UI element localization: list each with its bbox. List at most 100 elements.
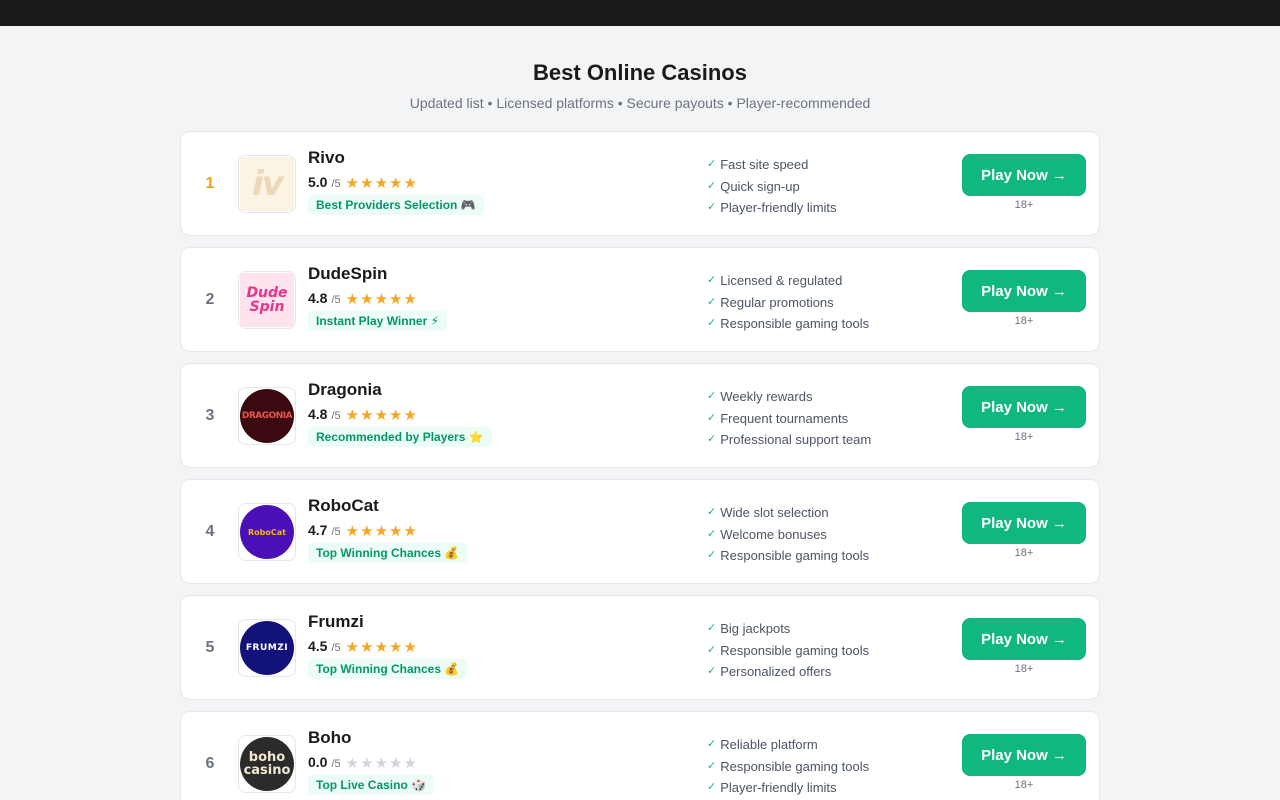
age-restriction: 18+: [1014, 547, 1034, 559]
casino-name: RoboCat: [308, 496, 379, 515]
casino-name: Dragonia: [308, 380, 382, 399]
casino-card: 4 RoboCat RoboCat 4.7 /5 ★★★★★ Top Winni…: [180, 479, 1100, 584]
play-now-button[interactable]: Play Now →: [962, 618, 1086, 660]
casino-logo[interactable]: boho casino: [238, 735, 296, 793]
feature-list: ✓ Big jackpots ✓ Responsible gaming tools …: [707, 618, 869, 683]
rating: 4.5 /5 ★★★★★: [308, 637, 418, 656]
feature-label: Fast site speed: [720, 157, 809, 172]
play-now-button[interactable]: Play Now →: [962, 734, 1086, 776]
rating-scale: /5: [331, 178, 341, 190]
star-rating: ★★★★★: [346, 754, 418, 772]
star-icon: ★: [389, 407, 404, 424]
page-title: Best Online Casinos: [533, 60, 747, 85]
age-restriction: 18+: [1014, 199, 1034, 211]
casino-card: 6 boho casino Boho 0.0 /5 ★★★★★ Top Live…: [180, 711, 1100, 800]
check-icon: ✓: [707, 506, 717, 518]
play-now-button[interactable]: Play Now →: [962, 502, 1086, 544]
rank-number: 5: [205, 638, 215, 656]
feature-item: ✓ Frequent tournaments: [707, 408, 871, 430]
play-now-button[interactable]: Play Now →: [962, 270, 1086, 312]
casino-card: 1 iv Rivo 5.0 /5 ★★★★★ Best Providers Se…: [180, 131, 1100, 236]
top-bar: [0, 0, 1280, 26]
feature-item: ✓ Welcome bonuses: [707, 524, 869, 546]
star-icon: ★: [389, 291, 404, 308]
star-rating: ★★★★★: [346, 638, 418, 656]
feature-list: ✓ Wide slot selection ✓ Welcome bonuses ✓ R…: [707, 502, 869, 567]
feature-label: Wide slot selection: [720, 505, 829, 520]
feature-item: ✓ Wide slot selection: [707, 502, 869, 524]
star-icon: ★: [389, 755, 404, 772]
feature-list: ✓ Fast site speed ✓ Quick sign-up ✓ Player-…: [707, 154, 837, 219]
award-badge: Top Live Casino 🎲: [308, 775, 435, 795]
check-icon: ✓: [707, 527, 717, 540]
feature-item: ✓ Licensed & regulated: [707, 270, 869, 292]
check-icon: ✓: [707, 665, 717, 677]
rating-score: 0.0: [308, 754, 328, 770]
casino-name: Frumzi: [308, 612, 364, 631]
star-icon: ★: [374, 755, 390, 772]
check-icon: ✓: [707, 622, 717, 634]
page-subtitle: Updated list • Licensed platforms • Secu…: [409, 95, 871, 111]
rating-scale: /5: [331, 410, 341, 422]
casino-card: 5 FRUMZI Frumzi 4.5 /5 ★★★★★ Top Winning…: [180, 595, 1100, 700]
star-icon: ★: [374, 407, 390, 424]
check-icon: ✓: [707, 179, 717, 192]
play-now-button[interactable]: Play Now →: [962, 386, 1086, 428]
star-rating: ★★★★★: [346, 290, 418, 308]
rank-number: 1: [205, 174, 215, 192]
age-restriction: 18+: [1014, 663, 1034, 675]
star-icon: ★: [389, 639, 404, 656]
casino-logo[interactable]: DRAGONIA: [238, 387, 296, 445]
star-rating: ★★★★★: [346, 174, 418, 192]
feature-item: ✓ Regular promotions: [707, 292, 869, 314]
casino-logo[interactable]: iv: [238, 155, 296, 213]
casino-card: 2 Dude Spin DudeSpin 4.8 /5 ★★★★★ Instan…: [180, 247, 1100, 352]
feature-label: Responsible gaming tools: [720, 316, 870, 331]
rating-score: 5.0: [308, 174, 328, 190]
check-icon: ✓: [707, 201, 717, 213]
star-icon: ★: [389, 175, 404, 192]
play-now-button[interactable]: Play Now →: [962, 154, 1086, 196]
casino-logo[interactable]: RoboCat: [238, 503, 296, 561]
rating-score: 4.8: [308, 290, 328, 306]
feature-item: ✓ Weekly rewards: [707, 386, 871, 408]
rating-scale: /5: [331, 642, 341, 654]
star-icon: ★: [403, 755, 418, 772]
rank-number: 2: [205, 290, 215, 308]
star-icon: ★: [360, 639, 375, 656]
casino-logo[interactable]: FRUMZI: [238, 619, 296, 677]
rank-number: 6: [205, 754, 215, 772]
rating-scale: /5: [331, 294, 341, 306]
feature-label: Welcome bonuses: [720, 526, 827, 542]
star-icon: ★: [403, 291, 418, 308]
feature-label: Player-friendly limits: [720, 200, 837, 215]
check-icon: ✓: [707, 158, 717, 170]
feature-label: Professional support team: [720, 432, 872, 447]
rating-scale: /5: [331, 758, 341, 770]
feature-label: Reliable platform: [720, 737, 818, 752]
rank-number: 4: [205, 522, 215, 540]
feature-list: ✓ Reliable platform ✓ Responsible gaming t…: [707, 734, 869, 799]
feature-label: Quick sign-up: [720, 178, 800, 194]
rating: 4.8 /5 ★★★★★: [308, 405, 418, 424]
boho-logo-text: boho casino: [240, 737, 294, 791]
casino-name: Boho: [308, 728, 352, 747]
star-icon: ★: [374, 291, 390, 308]
casino-card: 3 DRAGONIA Dragonia 4.8 /5 ★★★★★ Recomme…: [180, 363, 1100, 468]
star-icon: ★: [345, 755, 361, 772]
star-rating: ★★★★★: [346, 406, 418, 424]
feature-label: Licensed & regulated: [720, 273, 843, 288]
star-icon: ★: [360, 755, 375, 772]
feature-item: ✓ Professional support team: [707, 429, 871, 451]
rating: 4.8 /5 ★★★★★: [308, 289, 418, 308]
check-icon: ✓: [707, 759, 717, 772]
star-icon: ★: [360, 291, 375, 308]
check-icon: ✓: [707, 738, 717, 750]
feature-label: Big jackpots: [720, 621, 791, 636]
rating-score: 4.5: [308, 638, 328, 654]
star-icon: ★: [345, 639, 361, 656]
casino-logo[interactable]: Dude Spin: [238, 271, 296, 329]
star-icon: ★: [403, 175, 418, 192]
feature-item: ✓ Fast site speed: [707, 154, 837, 176]
star-icon: ★: [403, 407, 418, 424]
